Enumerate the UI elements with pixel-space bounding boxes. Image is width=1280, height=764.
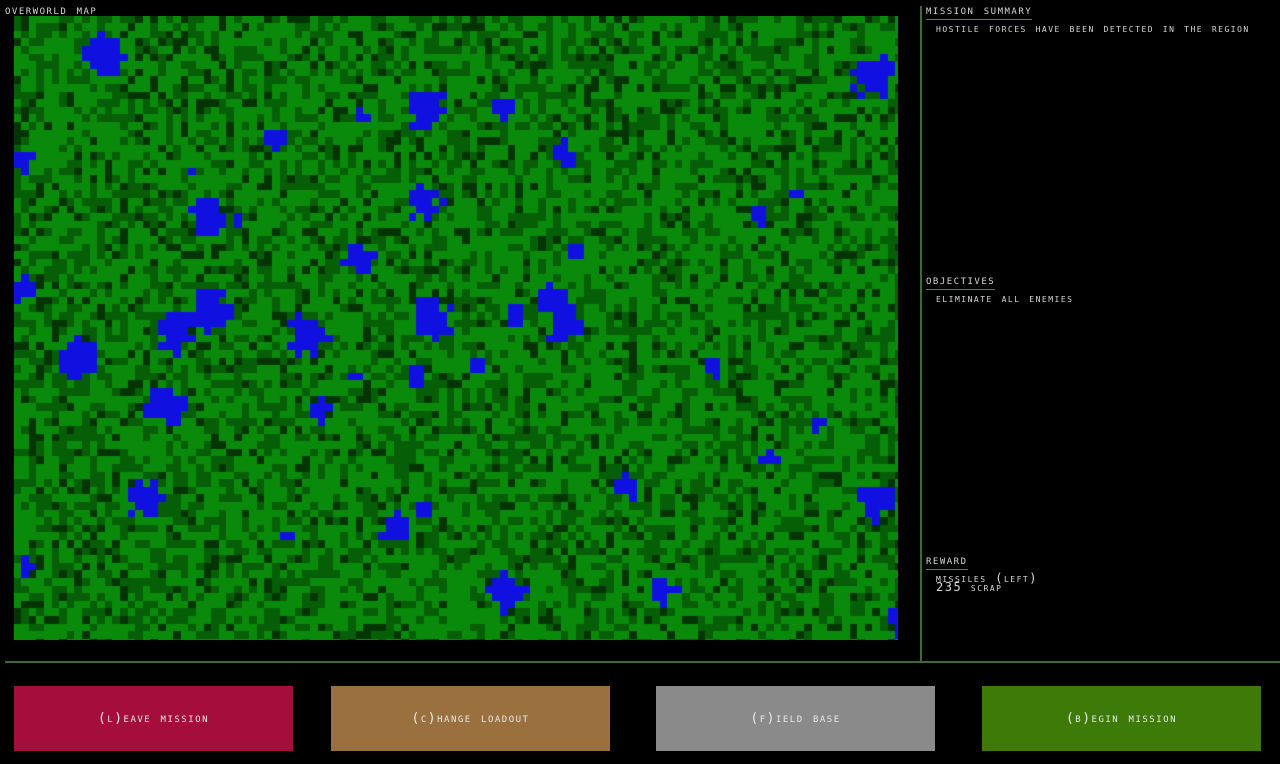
objective-item: Eliminate all enemies: [936, 291, 1074, 305]
overworld-map[interactable]: [14, 16, 898, 640]
objectives-list: Eliminate all enemies: [936, 291, 1276, 305]
vertical-divider: [920, 6, 922, 661]
horizontal-divider: [5, 661, 1280, 663]
change-loadout-button[interactable]: (C)hange loadout: [331, 686, 610, 751]
leave-mission-label: (L)eave mission: [97, 711, 209, 726]
field-base-label: (F)ield base: [750, 711, 841, 726]
mission-summary-title: Mission summary: [926, 3, 1033, 20]
begin-mission-button[interactable]: (B)egin mission: [982, 686, 1261, 751]
begin-mission-label: (B)egin mission: [1065, 711, 1177, 726]
field-base-button[interactable]: (F)ield base: [656, 686, 935, 751]
reward-title: Reward: [926, 553, 968, 570]
change-loadout-label: (C)hange loadout: [411, 711, 530, 726]
mission-summary-text: Hostile forces have been detected in the…: [936, 21, 1250, 35]
reward-item: 235 scrap: [936, 580, 1003, 594]
leave-mission-button[interactable]: (L)eave mission: [14, 686, 293, 751]
objectives-title: Objectives: [926, 273, 996, 290]
reward-list: Missiles (Left) 235 scrap: [936, 572, 1276, 594]
